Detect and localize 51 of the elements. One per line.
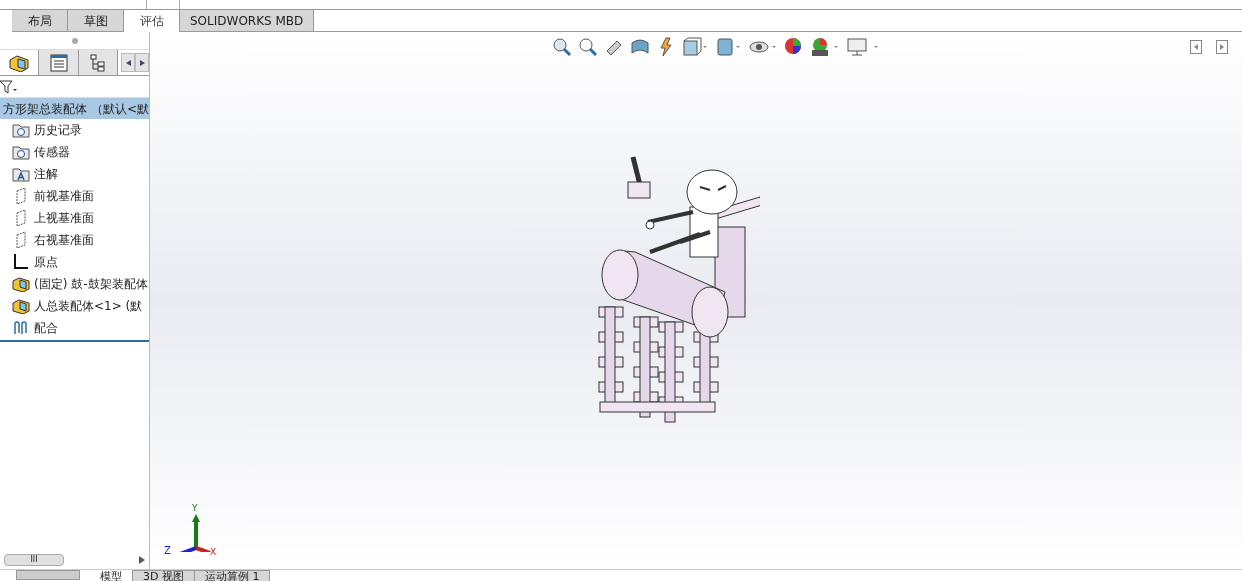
tree-item[interactable]: 人总装配体<1> (默	[0, 295, 149, 317]
display-style-icon[interactable]	[714, 37, 742, 57]
panel-right-icon[interactable]	[1216, 40, 1228, 54]
tree-item[interactable]: 注解	[0, 163, 149, 185]
tree-item[interactable]: 原点	[0, 251, 149, 273]
color-wheel-icon[interactable]	[784, 37, 804, 57]
paperclip-icon	[12, 320, 30, 336]
right-arrow-icon	[139, 59, 145, 66]
tree-item[interactable]: 历史记录	[0, 119, 149, 141]
cube-icon	[12, 276, 30, 292]
ribbon-tab[interactable]: 布局	[12, 10, 68, 32]
tree-icon	[89, 53, 108, 72]
axis-label: X	[210, 548, 217, 557]
ribbon-tab[interactable]: 草图	[68, 10, 124, 32]
tree-item[interactable]: 方形架总装配体 （默认<默	[0, 98, 149, 119]
cube-icon	[12, 298, 30, 314]
bottom-tab[interactable]: 运动算例 1	[194, 570, 271, 581]
scroll-left-button[interactable]	[121, 53, 136, 72]
left-arrow-icon	[125, 59, 131, 66]
plane-icon	[14, 187, 28, 205]
tree-item[interactable]: 右视基准面	[0, 229, 149, 251]
zoom-area-icon[interactable]	[578, 37, 598, 57]
cube-icon	[9, 53, 30, 72]
tree-item[interactable]: 上视基准面	[0, 207, 149, 229]
axis-label: Z	[164, 546, 171, 556]
plane-icon	[14, 209, 28, 227]
panel-tab[interactable]	[78, 50, 119, 75]
scroll-right-icon[interactable]	[139, 556, 145, 564]
tree-item[interactable]: (固定) 鼓-鼓架装配体	[0, 273, 149, 295]
folder-icon	[12, 166, 30, 182]
scene-icon[interactable]	[810, 37, 840, 57]
bottom-tab[interactable]: 3D 视图	[133, 570, 195, 581]
plane-icon	[14, 231, 28, 249]
panel-left-icon[interactable]	[1190, 40, 1202, 54]
panel-tab[interactable]	[39, 50, 79, 75]
scrollbar-thumb[interactable]: III	[4, 554, 64, 566]
scroll-right-button[interactable]	[135, 53, 149, 72]
tree-item[interactable]: 前视基准面	[0, 185, 149, 207]
tree-item[interactable]: 配合	[0, 317, 149, 339]
axis-label: Y	[192, 504, 198, 513]
filter-icon[interactable]	[0, 79, 18, 94]
view-cube-icon[interactable]	[682, 37, 708, 57]
ribbon-tab[interactable]: SOLIDWORKS MBD	[180, 10, 315, 32]
folder-icon	[12, 122, 30, 138]
tree-item[interactable]: 传感器	[0, 141, 149, 163]
axes-icon	[12, 253, 30, 271]
list-icon	[49, 53, 68, 72]
folder-icon	[12, 144, 30, 160]
section-view-icon[interactable]	[630, 37, 650, 57]
monitor-icon[interactable]	[846, 37, 880, 57]
zoom-fit-icon[interactable]	[552, 37, 572, 57]
